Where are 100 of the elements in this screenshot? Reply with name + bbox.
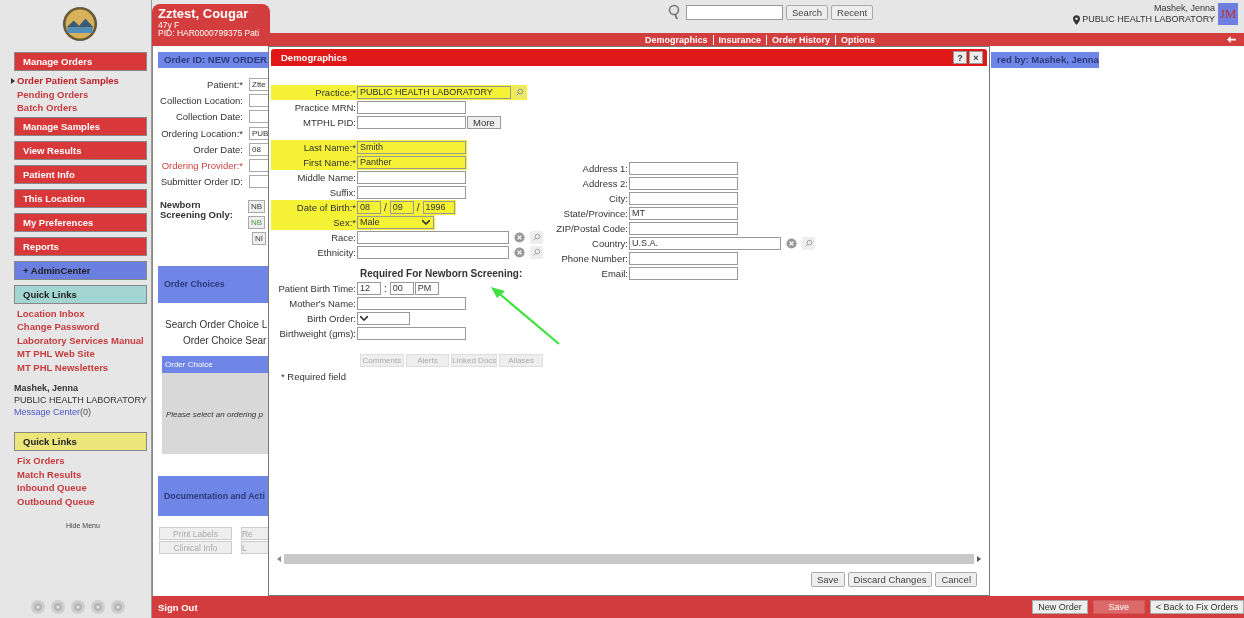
emblem-icon — [70, 599, 86, 615]
scroll-left-icon[interactable] — [277, 556, 281, 562]
menu-section[interactable]: Reports — [14, 236, 147, 256]
input-field[interactable] — [357, 327, 466, 340]
field-label: Submitter Order ID: — [159, 176, 243, 188]
test-button[interactable]: NI — [252, 232, 266, 246]
menu-link[interactable]: Fix Orders — [17, 455, 65, 467]
input-field[interactable] — [357, 171, 466, 184]
input-field[interactable] — [357, 101, 466, 114]
input-field[interactable]: MT — [629, 207, 738, 220]
close-button[interactable]: × — [969, 51, 983, 64]
menu-section[interactable]: Manage Orders — [14, 52, 147, 71]
input-field[interactable]: PM — [414, 282, 439, 295]
input-field[interactable]: Panther — [357, 156, 466, 169]
dropdown[interactable] — [357, 312, 410, 325]
emblem-icon — [30, 599, 46, 615]
field-label: Ordering Location:* — [160, 127, 243, 139]
menu-link[interactable]: Change Password — [17, 321, 100, 333]
search-field[interactable] — [686, 4, 783, 20]
search-icon[interactable] — [802, 237, 815, 250]
nav-tab[interactable]: Insurance — [712, 34, 767, 45]
field-label: Last Name:* — [302, 142, 356, 153]
input-field[interactable]: U.S.A. — [629, 237, 781, 250]
clear-icon[interactable] — [513, 246, 526, 259]
nav-tab[interactable]: Demographics — [640, 34, 713, 45]
help-button[interactable]: ? — [953, 51, 967, 64]
input-field[interactable] — [357, 297, 466, 310]
input-field[interactable] — [629, 222, 738, 235]
newborn-label: Newborn Screening Only: — [160, 200, 234, 223]
recent-button[interactable]: Recent — [831, 4, 874, 20]
menu-section[interactable]: Manage Samples — [14, 116, 147, 136]
search-button[interactable]: Search — [786, 4, 829, 20]
menu-section[interactable]: Patient Info — [14, 164, 147, 184]
footer-button[interactable]: New Order — [1032, 600, 1088, 614]
input-field[interactable] — [357, 231, 509, 244]
input-field[interactable]: PUBLIC HEALTH LABORATORY — [357, 86, 511, 99]
dropdown[interactable]: Male — [357, 216, 434, 229]
emblem-icon — [50, 599, 66, 615]
table-header: Order Choice — [162, 356, 269, 374]
menu-link[interactable]: Laboratory Services Manual — [17, 334, 144, 346]
input-field[interactable] — [357, 246, 509, 259]
menu-link[interactable]: Pending Orders — [17, 88, 89, 100]
scroll-right-icon[interactable] — [977, 556, 981, 562]
input-field[interactable] — [629, 177, 738, 190]
input-field[interactable] — [357, 186, 466, 199]
search-icon[interactable] — [530, 231, 543, 244]
field-label: Middle Name: — [296, 172, 356, 183]
input-field[interactable] — [629, 267, 738, 280]
user-name: Mashek, Jenna — [1153, 3, 1215, 14]
test-button[interactable]: NB — [248, 216, 266, 230]
menu-link[interactable]: Inbound Queue — [17, 482, 87, 494]
user-name: Mashek, Jenna — [14, 382, 80, 394]
menu-link[interactable]: MT PHL Newsletters — [17, 361, 109, 373]
more-button[interactable]: More — [467, 116, 501, 129]
input-field[interactable]: 1996 — [422, 201, 455, 214]
field-label: Email: — [600, 268, 628, 279]
menu-section[interactable]: My Preferences — [14, 212, 147, 232]
search-label: Order Choice Sear — [182, 335, 268, 347]
ordered-by-bar: red by: Mashek, Jenna — [991, 52, 1099, 68]
clear-icon[interactable] — [513, 231, 526, 244]
test-button[interactable]: NB — [248, 200, 266, 214]
dialog-button[interactable]: Save — [810, 572, 845, 587]
menu-section[interactable]: Quick Links — [14, 284, 147, 304]
field-label: Ordering Provider:* — [160, 160, 243, 172]
menu-section[interactable]: View Results — [14, 140, 147, 160]
search-icon[interactable] — [530, 246, 543, 259]
menu-section[interactable]: + AdminCenter — [14, 260, 147, 280]
menu-link[interactable]: MT PHL Web Site — [17, 348, 95, 360]
menu-link[interactable]: Outbound Queue — [17, 495, 95, 507]
order-id-bar: Order ID: NEW ORDER — [158, 52, 269, 68]
clear-icon[interactable] — [785, 237, 798, 250]
nav-tab[interactable]: Options — [835, 34, 881, 45]
field-label: Order Date: — [192, 143, 243, 155]
input-field[interactable] — [629, 162, 738, 175]
menu-link[interactable]: Location Inbox — [17, 307, 85, 319]
menu-section[interactable]: This Location — [14, 188, 147, 208]
menu-link[interactable]: Match Results — [17, 468, 82, 480]
input-field[interactable]: 08 — [357, 201, 381, 214]
input-field[interactable]: Smith — [357, 141, 466, 154]
nav-tab[interactable]: Order History — [766, 34, 836, 45]
input-field[interactable]: 12 — [357, 282, 381, 295]
input-field[interactable]: 00 — [389, 282, 414, 295]
menu-link[interactable]: Order Patient Samples — [17, 75, 122, 87]
field-label: Practice:* — [314, 87, 356, 98]
input-field[interactable] — [357, 116, 466, 129]
menu-section[interactable]: Quick Links — [14, 432, 147, 451]
footer-button[interactable]: < Back to Fix Orders — [1149, 600, 1244, 614]
input-field[interactable] — [629, 252, 738, 265]
field-label: MTPHL PID: — [302, 117, 356, 128]
menu-link[interactable]: Batch Orders — [17, 102, 78, 114]
field-label: State/Province: — [562, 208, 628, 219]
dialog-button[interactable]: Cancel — [935, 572, 977, 587]
arrow-left-icon[interactable] — [1227, 36, 1236, 43]
sign-out-link[interactable]: Sign Out — [158, 601, 198, 613]
section-heading: Required For Newborn Screening: — [360, 268, 524, 279]
search-icon — [668, 4, 680, 20]
search-icon[interactable] — [513, 86, 526, 99]
dialog-button[interactable]: Discard Changes — [847, 572, 933, 587]
input-field[interactable] — [629, 192, 738, 205]
input-field[interactable]: 09 — [389, 201, 414, 214]
